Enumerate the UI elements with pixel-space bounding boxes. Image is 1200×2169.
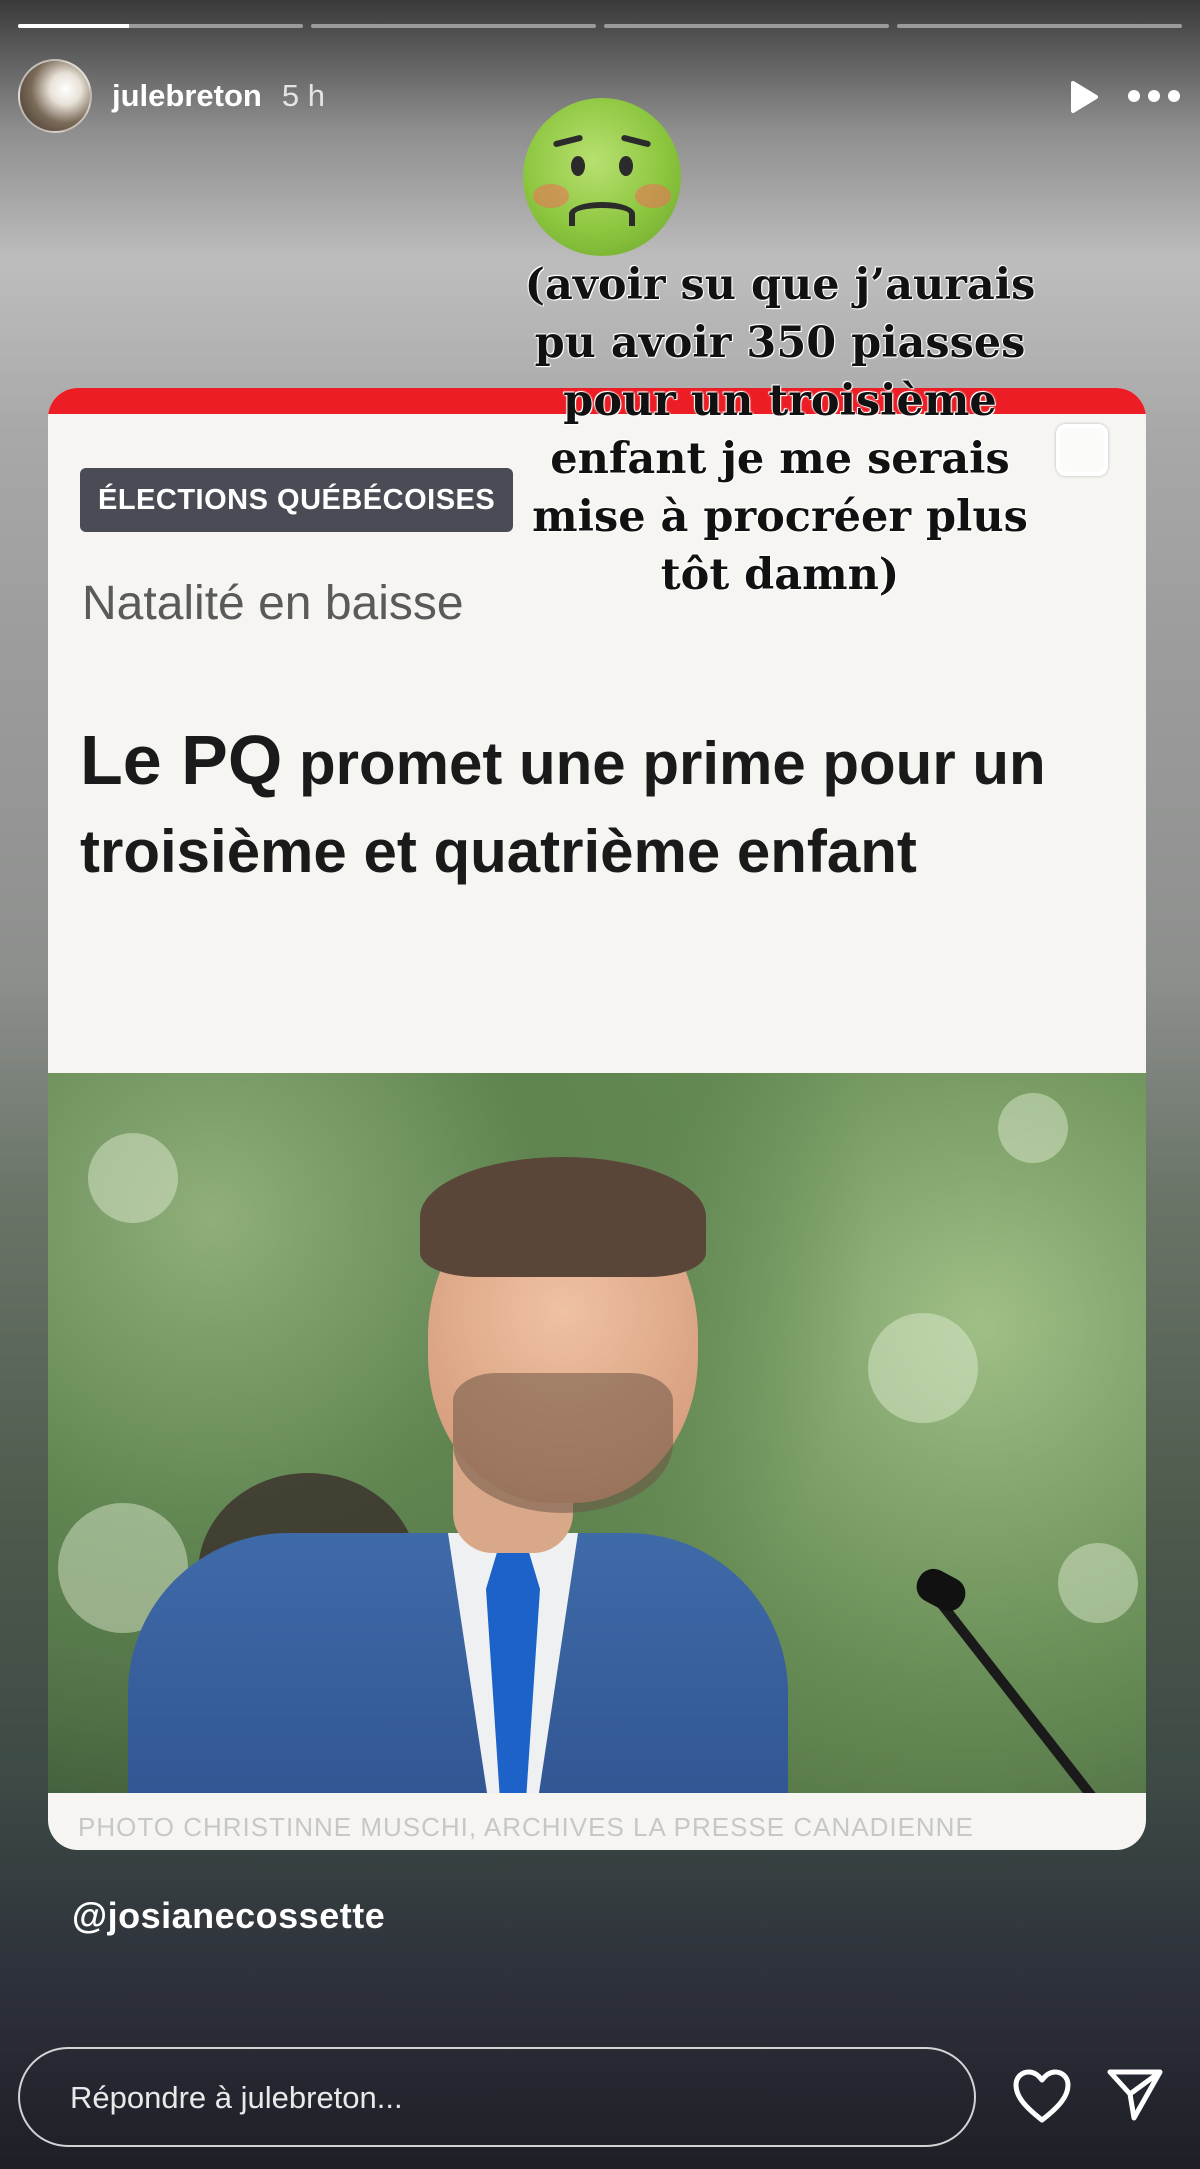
caption-line: enfant je me serais [550, 434, 1010, 484]
headline-lead: Le PQ [80, 721, 283, 799]
send-icon[interactable] [1106, 2066, 1164, 2124]
article-screenshot: ÉLECTIONS QUÉBÉCOISES Natalité en baisse… [48, 388, 1146, 1850]
photo-credit: PHOTO CHRISTINNE MUSCHI, ARCHIVES LA PRE… [78, 1812, 974, 1842]
beard [453, 1373, 673, 1513]
emoji-brow [552, 134, 584, 148]
username[interactable]: julebreton [112, 78, 262, 114]
emoji-eye [571, 156, 585, 176]
progress-segment [604, 24, 889, 28]
article-photo [48, 1073, 1146, 1793]
nauseated-face-icon [523, 98, 681, 256]
section-tag: ÉLECTIONS QUÉBÉCOISES [80, 468, 514, 532]
caption-line: tôt damn) [660, 550, 900, 600]
progress-segment [311, 24, 596, 28]
bokeh-light [88, 1133, 178, 1223]
story-progress-bar [18, 24, 1182, 28]
caption-line: mise à procréer plus [532, 492, 1028, 542]
heart-icon[interactable] [1012, 2068, 1072, 2124]
emoji-brow [620, 134, 652, 148]
progress-segment [897, 24, 1182, 28]
article-headline: Le PQ promet une prime pour un troisième… [80, 716, 1120, 896]
reply-input[interactable] [68, 2049, 932, 2147]
mention-sticker[interactable]: @josianecossette [72, 1895, 385, 1937]
progress-segment [18, 24, 303, 28]
caption-line: (avoir su que j’aurais [524, 260, 1036, 310]
post-time: 5 h [281, 78, 325, 113]
emoji-cheek [533, 184, 569, 208]
story-caption-text: (avoir su que j’aurais pu avoir 350 pias… [520, 256, 1040, 604]
more-icon[interactable] [1126, 80, 1182, 112]
emoji-eye [619, 156, 633, 176]
emoji-mouth [569, 202, 635, 226]
caption-line: pour un troisième [563, 376, 997, 426]
hair [420, 1157, 706, 1277]
bokeh-light [998, 1093, 1068, 1163]
avatar[interactable] [18, 59, 92, 133]
bokeh-light [868, 1313, 978, 1423]
emoji-cheek [635, 184, 671, 208]
play-icon[interactable] [1064, 78, 1102, 116]
progress-fill [18, 24, 130, 28]
bokeh-light [1058, 1543, 1138, 1623]
article-subhead: Natalité en baisse [82, 577, 464, 630]
reply-field[interactable] [18, 2047, 976, 2147]
bookmark-icon [1056, 424, 1108, 476]
microphone-stand [929, 1589, 1098, 1793]
microphone-icon [910, 1563, 972, 1617]
caption-line: pu avoir 350 piasses [534, 318, 1026, 368]
